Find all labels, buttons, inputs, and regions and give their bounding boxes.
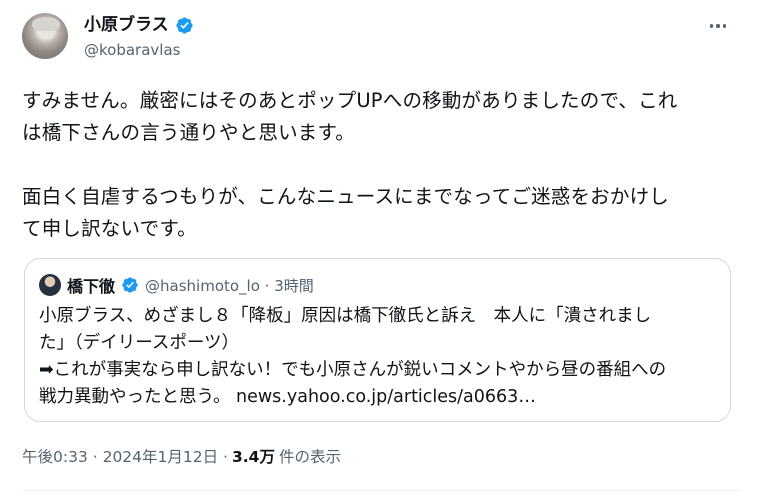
quoted-display-name: 橋下徹 (67, 277, 116, 296)
quoted-verified-badge-icon (122, 277, 138, 293)
views-label: 件の表示 (278, 448, 341, 466)
author-name-row: 小原ブラス (84, 14, 194, 36)
quoted-header: 橋下徹 @hashimoto_lo · 3時間 (39, 273, 314, 297)
author-avatar[interactable] (22, 13, 68, 59)
tweet-meta: 午後0:33 · 2024年1月12日 · 3.4万 件の表示 (22, 446, 341, 468)
views-count: 3.4万 (231, 448, 275, 466)
quoted-handle-time: @hashimoto_lo · 3時間 (145, 276, 314, 295)
quoted-text: 小原ブラス、めざまし８「降板」原因は橋下徹氏と訴え 本人に「潰されまし た」（デ… (39, 306, 667, 407)
author-handle[interactable]: @kobaravlas (84, 40, 180, 60)
tweet-text: すみません。厳密にはそのあとポップUPへの移動がありましたので、これ は橋下さん… (22, 89, 678, 240)
divider (22, 490, 740, 491)
tweet-card: 小原ブラス @kobaravlas すみません。厳密にはそのあとポップUPへの移… (0, 0, 762, 496)
verified-badge-icon (176, 16, 193, 34)
quoted-tweet[interactable]: 橋下徹 @hashimoto_lo · 3時間 小原ブラス、めざまし８「降板」原… (24, 258, 731, 422)
author-display-name[interactable]: 小原ブラス (84, 14, 169, 36)
timestamp-link[interactable]: 午後0:33 · 2024年1月12日 · (22, 446, 228, 468)
quoted-avatar (39, 274, 61, 296)
more-options-icon[interactable] (704, 14, 732, 38)
